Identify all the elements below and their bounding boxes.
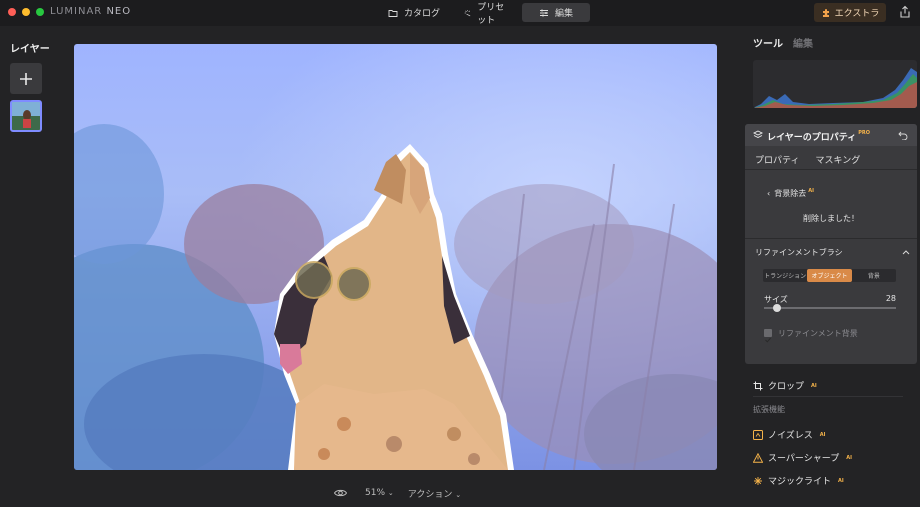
extensions-section-label: 拡張機能 [753, 405, 785, 414]
divider [745, 238, 917, 239]
ai-badge: AI [838, 477, 844, 484]
extras-button[interactable]: エクストラ [814, 3, 886, 22]
tool-crop[interactable]: クロップ AI [753, 379, 817, 392]
noiseless-label: ノイズレス [768, 431, 813, 441]
canvas-bottom-bar: 51% ⌄ アクション ⌄ [334, 486, 461, 500]
refinement-brush-title[interactable]: リファインメントブラシ [755, 247, 843, 258]
crop-label: クロップ [768, 382, 805, 392]
layer-properties-title: レイヤーのプロパティ PRO [767, 130, 870, 143]
luminar-window: LUMINAR NEO カタログ プリセット 編集 エクストラ レイヤー 51%… [0, 0, 920, 507]
pro-badge: PRO [858, 130, 870, 136]
tab-catalog-label: カタログ [404, 9, 441, 19]
removed-message: 削除しました！ [803, 214, 859, 223]
ai-badge: AI [811, 382, 817, 389]
zoom-value: 51% [365, 488, 386, 498]
tab-edit[interactable]: 編集 [522, 3, 590, 22]
sparkle-icon [464, 9, 471, 16]
bg-removal-back-button[interactable]: ‹ 背景除去 AI [767, 188, 814, 199]
segment-object[interactable]: オブジェクト [807, 269, 852, 282]
extras-label: エクストラ [834, 9, 880, 19]
divider [753, 396, 903, 397]
tab-presets-label: プリセット [477, 2, 505, 26]
magiclight-icon [754, 476, 762, 485]
ai-badge: AI [808, 188, 814, 194]
title-bar: LUMINAR NEO カタログ プリセット 編集 エクストラ [0, 0, 920, 26]
tab-edit-history[interactable]: 編集 [793, 35, 813, 50]
tab-catalog[interactable]: カタログ [376, 3, 452, 22]
layer-properties-header[interactable]: レイヤーのプロパティ PRO [745, 124, 917, 146]
noiseless-icon [753, 429, 763, 440]
segment-transition[interactable]: トランジション [763, 269, 807, 282]
tab-presets[interactable]: プリセット [452, 3, 522, 26]
size-slider-track[interactable] [764, 307, 896, 309]
actions-label: アクション [407, 489, 453, 500]
refine-background-label: リファインメント背景 [778, 329, 858, 338]
histogram [753, 60, 917, 108]
tool-noiseless[interactable]: ノイズレス AI [753, 428, 825, 441]
minimize-window-button[interactable] [22, 8, 30, 16]
layer-properties-panel: レイヤーのプロパティ PRO プロパティ マスキング ‹ 背景除去 AI 削除しました… [745, 124, 917, 364]
divider [745, 169, 917, 170]
supersharp-label: スーパーシャープ [768, 454, 840, 464]
size-slider-handle[interactable] [773, 304, 782, 312]
tab-tools[interactable]: ツール [753, 35, 783, 50]
histogram-graph [753, 68, 917, 108]
segment-background[interactable]: 背景 [852, 269, 896, 282]
properties-subtabs: プロパティ マスキング [755, 153, 860, 166]
puzzle-icon [822, 8, 829, 17]
add-layer-button[interactable] [10, 63, 42, 94]
ai-badge: AI [846, 454, 852, 461]
layer-properties-title-text: レイヤーのプロパティ [767, 133, 857, 143]
magiclight-label: マジックライト [768, 477, 832, 487]
chevron-down-icon: ⌄ [387, 489, 394, 497]
tool-magiclight[interactable]: マジックライト AI [753, 474, 844, 487]
layers-title: レイヤー [10, 44, 50, 55]
right-panel-tabs: ツール 編集 [753, 35, 813, 50]
tool-supersharp[interactable]: スーパーシャープ AI [753, 451, 852, 464]
actions-dropdown[interactable]: アクション ⌄ [408, 487, 461, 500]
share-icon[interactable] [898, 5, 912, 19]
refine-mode-segmented: トランジション オブジェクト 背景 [763, 269, 896, 282]
subtab-properties[interactable]: プロパティ [755, 153, 799, 166]
photo-image [74, 44, 717, 470]
chevron-up-icon[interactable] [902, 248, 910, 256]
layer-thumbnail-image [12, 102, 40, 130]
eye-icon[interactable] [334, 488, 347, 498]
layers-icon [753, 130, 763, 139]
check-icon [765, 337, 771, 343]
refine-background-checkbox[interactable] [764, 329, 772, 343]
chevron-left-icon: ‹ [767, 189, 771, 198]
undo-icon[interactable] [898, 130, 908, 140]
ai-badge: AI [819, 431, 826, 438]
sliders-icon [539, 9, 548, 16]
photo-canvas[interactable] [74, 44, 717, 470]
crop-icon [753, 381, 763, 390]
close-window-button[interactable] [8, 8, 16, 16]
size-value: 28 [885, 294, 896, 303]
tab-edit-label: 編集 [554, 9, 573, 19]
zoom-dropdown[interactable]: 51% ⌄ [365, 488, 394, 498]
subtab-masking[interactable]: マスキング [815, 153, 860, 166]
app-logo: LUMINAR NEO [50, 6, 131, 17]
app-logo-suffix: NEO [106, 6, 132, 17]
mode-tabs: カタログ プリセット 編集 [376, 3, 590, 26]
zoom-window-button[interactable] [36, 8, 44, 16]
layer-thumbnail[interactable] [10, 100, 42, 132]
bg-removal-label: 背景除去 [774, 189, 807, 198]
supersharp-icon [753, 452, 763, 463]
plus-icon [20, 72, 32, 85]
folder-icon [388, 9, 398, 17]
app-logo-text: LUMINAR [50, 6, 103, 17]
chevron-down-icon: ⌄ [455, 490, 462, 499]
